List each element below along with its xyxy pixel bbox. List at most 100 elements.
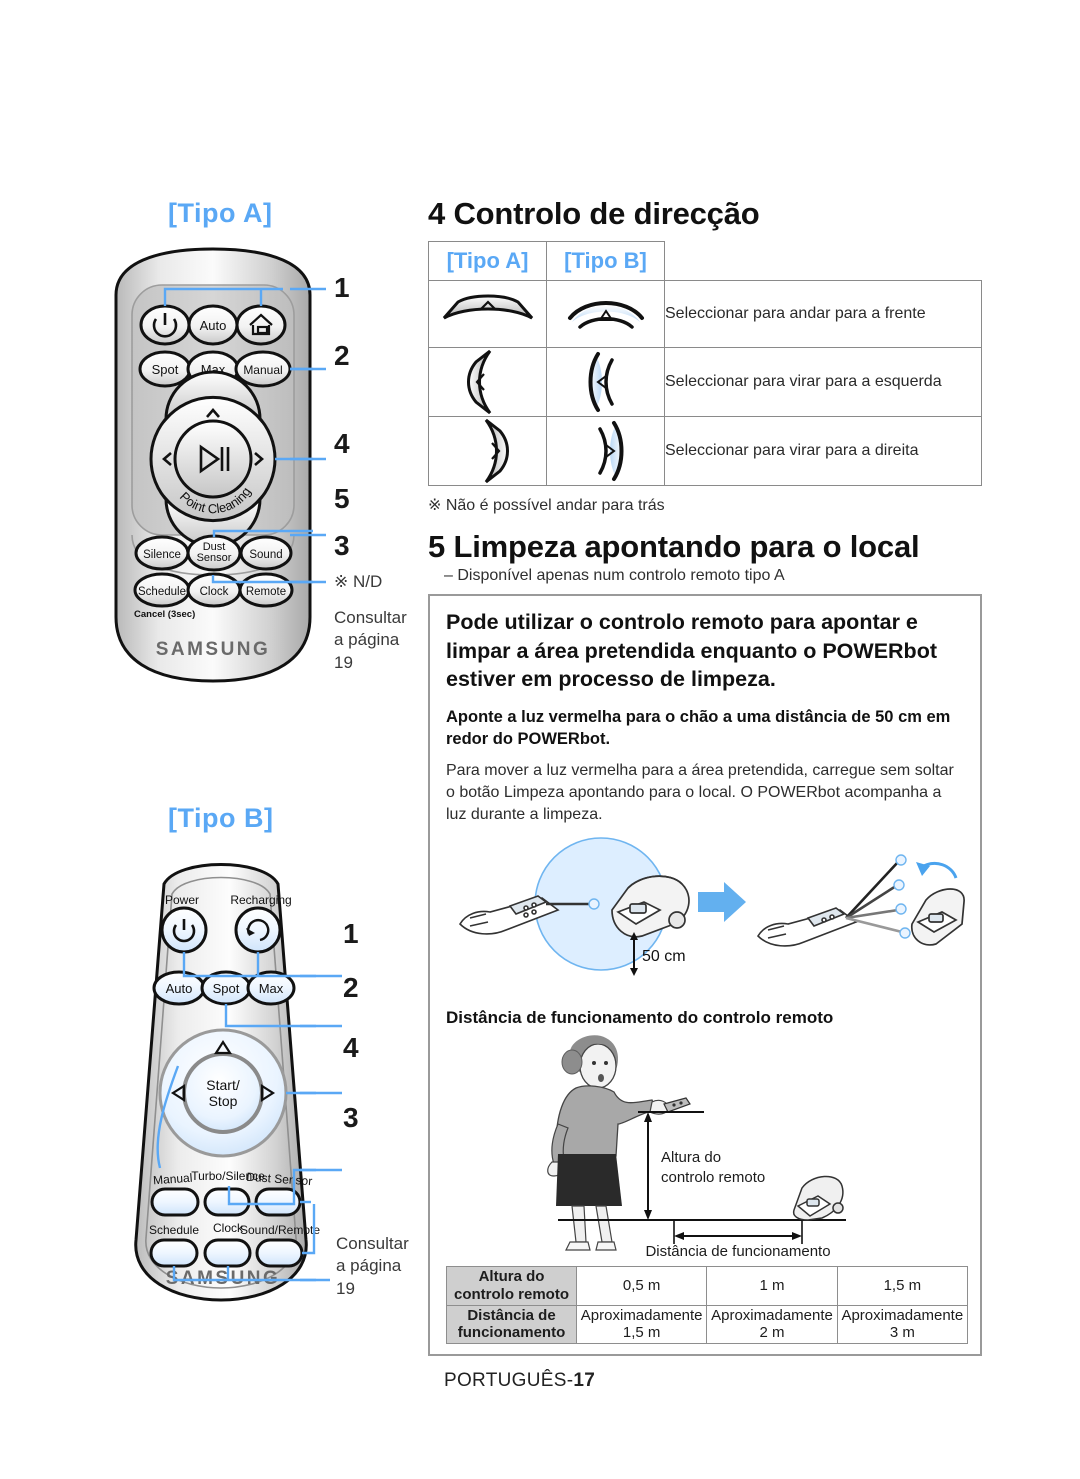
svg-text:Stop: Stop [209, 1093, 238, 1109]
robot-vacuum-icon [911, 888, 965, 946]
callout-b-1: 1 [343, 918, 359, 949]
svg-text:Spot: Spot [213, 981, 240, 996]
svg-text:Manual: Manual [243, 363, 282, 377]
section-5-content-box: Pode utilizar o controlo remoto para apo… [428, 594, 982, 1356]
height-value-3: 1,5 m [836, 1266, 969, 1306]
distance-value-2-l2: 2 m [759, 1324, 785, 1342]
col-header-description [665, 242, 982, 281]
svg-text:Spot: Spot [152, 362, 179, 377]
distance-value-1-l1: Aproximadamente [580, 1306, 703, 1324]
section-5-heading: 5 Limpeza apontando para o local [428, 529, 920, 564]
col-header-type-b: [Tipo B] [546, 241, 665, 281]
icon-cell-type-a [428, 347, 547, 417]
footer-label: PORTUGUÊS- [444, 1369, 574, 1391]
table-row-height: Altura do controlo remoto 0,5 m 1 m 1,5 … [446, 1266, 969, 1306]
arc-up-blue-icon [567, 301, 644, 329]
height-label-line1: Altura do [661, 1149, 721, 1166]
lead-paragraph: Pode utilizar o controlo remoto para apo… [446, 610, 937, 692]
distance-label: Distância de funcionamento [645, 1243, 830, 1260]
distance-value-1-l2: 1,5 m [622, 1324, 661, 1342]
robot-vacuum-icon [792, 1175, 844, 1221]
svg-text:Power: Power [165, 893, 199, 907]
figure-2-svg: Altura do controlo remoto Distância de f… [547, 1035, 846, 1260]
svg-text:Schedule: Schedule [149, 1223, 199, 1237]
svg-text:Silence: Silence [143, 549, 181, 561]
table-row: Seleccionar para andar para a frente [428, 280, 982, 348]
icon-cell-type-a [428, 280, 547, 348]
callout-b-3: 3 [343, 1102, 359, 1133]
figure-pointing-illustration: 50 cm [446, 832, 965, 1000]
section-4-heading: 4 Controlo de direcção [428, 196, 760, 231]
table-header-row: [Tipo A] [Tipo B] [428, 241, 982, 281]
svg-text:Start/: Start/ [206, 1077, 240, 1093]
page-footer: PORTUGUÊS-17 [444, 1370, 988, 1392]
remote-type-b-diagram: Power Recharging Auto Spot Max Start/ St… [116, 848, 326, 1308]
row-header-height: Altura do controlo remoto [446, 1266, 577, 1306]
svg-text:Cancel (3sec): Cancel (3sec) [134, 609, 195, 620]
arc-left-blue-icon [588, 352, 614, 412]
height-value-2: 1 m [706, 1266, 838, 1306]
type-a-heading: [Tipo A] [168, 198, 273, 228]
row-header-height-l1: Altura do [478, 1268, 545, 1286]
figure-2-caption: Distância de funcionamento do controlo r… [446, 1008, 834, 1028]
distance-value-2-l1: Aproximadamente [711, 1306, 833, 1324]
svg-text:Clock: Clock [200, 586, 229, 598]
body-paragraph: Para mover a luz vermelha para a área pr… [446, 762, 954, 824]
distance-value-3: Aproximadamente 3 m [836, 1304, 969, 1344]
callout-a-1: 1 [334, 272, 350, 303]
distance-50cm-label: 50 cm [642, 948, 686, 965]
svg-text:Schedule: Schedule [138, 586, 186, 598]
row-header-height-l2: controlo remoto [454, 1285, 569, 1303]
distance-value-3-l2: 3 m [889, 1324, 915, 1342]
col-header-type-a: [Tipo A] [428, 241, 547, 281]
callout-a-note-page: Consultar a página 19 [334, 608, 407, 672]
left-column: [Tipo A] Auto Spot Max Manual Point Clea… [0, 0, 420, 1479]
height-value-1: 0,5 m [575, 1266, 708, 1306]
distance-value-2: Aproximadamente 2 m [706, 1304, 838, 1344]
arc-right-icon [484, 418, 509, 484]
callout-a-3: 3 [334, 530, 350, 561]
strong-paragraph: Aponte a luz vermelha para o chão a uma … [446, 707, 951, 748]
svg-text:SAMSUNG: SAMSUNG [166, 1268, 281, 1289]
footer-number: 17 [573, 1369, 596, 1391]
callout-b-2: 2 [343, 972, 359, 1003]
distance-value-3-l1: Aproximadamente [841, 1306, 964, 1324]
row-header-distance-l1: Distância de [467, 1306, 556, 1324]
person-with-remote-icon [547, 1035, 669, 1251]
section-5-subnote: – Disponível apenas num controlo remoto … [444, 567, 785, 584]
svg-text:Manual: Manual [153, 1171, 193, 1188]
figure-distance-illustration: Altura do controlo remoto Distância de f… [446, 1028, 964, 1260]
callout-b-4: 4 [343, 1032, 359, 1063]
table-row: Seleccionar para virar para a direita [428, 416, 982, 486]
arc-right-blue-icon [597, 421, 623, 481]
remote-in-hand-icon [663, 1097, 691, 1113]
arc-left-icon [466, 349, 491, 415]
section-4-note: ※ Não é possível andar para trás [428, 497, 665, 514]
remote-type-a-diagram: Auto Spot Max Manual Point Cleaning Sile… [108, 245, 318, 685]
remote-type-b-svg: Power Recharging Auto Spot Max Start/ St… [134, 863, 320, 1302]
row-header-distance-l2: funcionamento [457, 1324, 566, 1342]
figure-1-svg: 50 cm [458, 837, 965, 977]
callout-a-2: 2 [334, 340, 350, 371]
callout-a-5: 5 [334, 483, 350, 514]
svg-text:Sound: Sound [249, 549, 282, 561]
type-b-leader-lines [300, 974, 342, 1282]
svg-text:Recharging: Recharging [230, 893, 291, 907]
operating-distance-table: Altura do controlo remoto 0,5 m 1 m 1,5 … [446, 1266, 969, 1344]
arc-up-icon [442, 294, 533, 320]
right-column: 4 Controlo de direcção [Tipo A] [Tipo B] [428, 0, 988, 1392]
table-row-distance: Distância de funcionamento Aproximadamen… [446, 1304, 969, 1344]
right-arrow-icon [698, 882, 746, 923]
icon-cell-type-b [546, 416, 665, 486]
desc-forward: Seleccionar para andar para a frente [664, 280, 982, 348]
row-header-distance: Distância de funcionamento [446, 1304, 577, 1344]
icon-cell-type-a [428, 416, 547, 486]
manual-page: [Tipo A] Auto Spot Max Manual Point Clea… [0, 0, 1080, 1479]
type-b-heading: [Tipo B] [168, 803, 274, 833]
svg-text:Auto: Auto [200, 318, 227, 333]
svg-text:SAMSUNG: SAMSUNG [156, 639, 271, 660]
callout-b-note-page: Consultar a página 19 [336, 1234, 409, 1298]
icon-cell-type-b [546, 280, 665, 348]
callout-a-4: 4 [334, 428, 350, 459]
svg-text:Sensor: Sensor [197, 552, 232, 564]
